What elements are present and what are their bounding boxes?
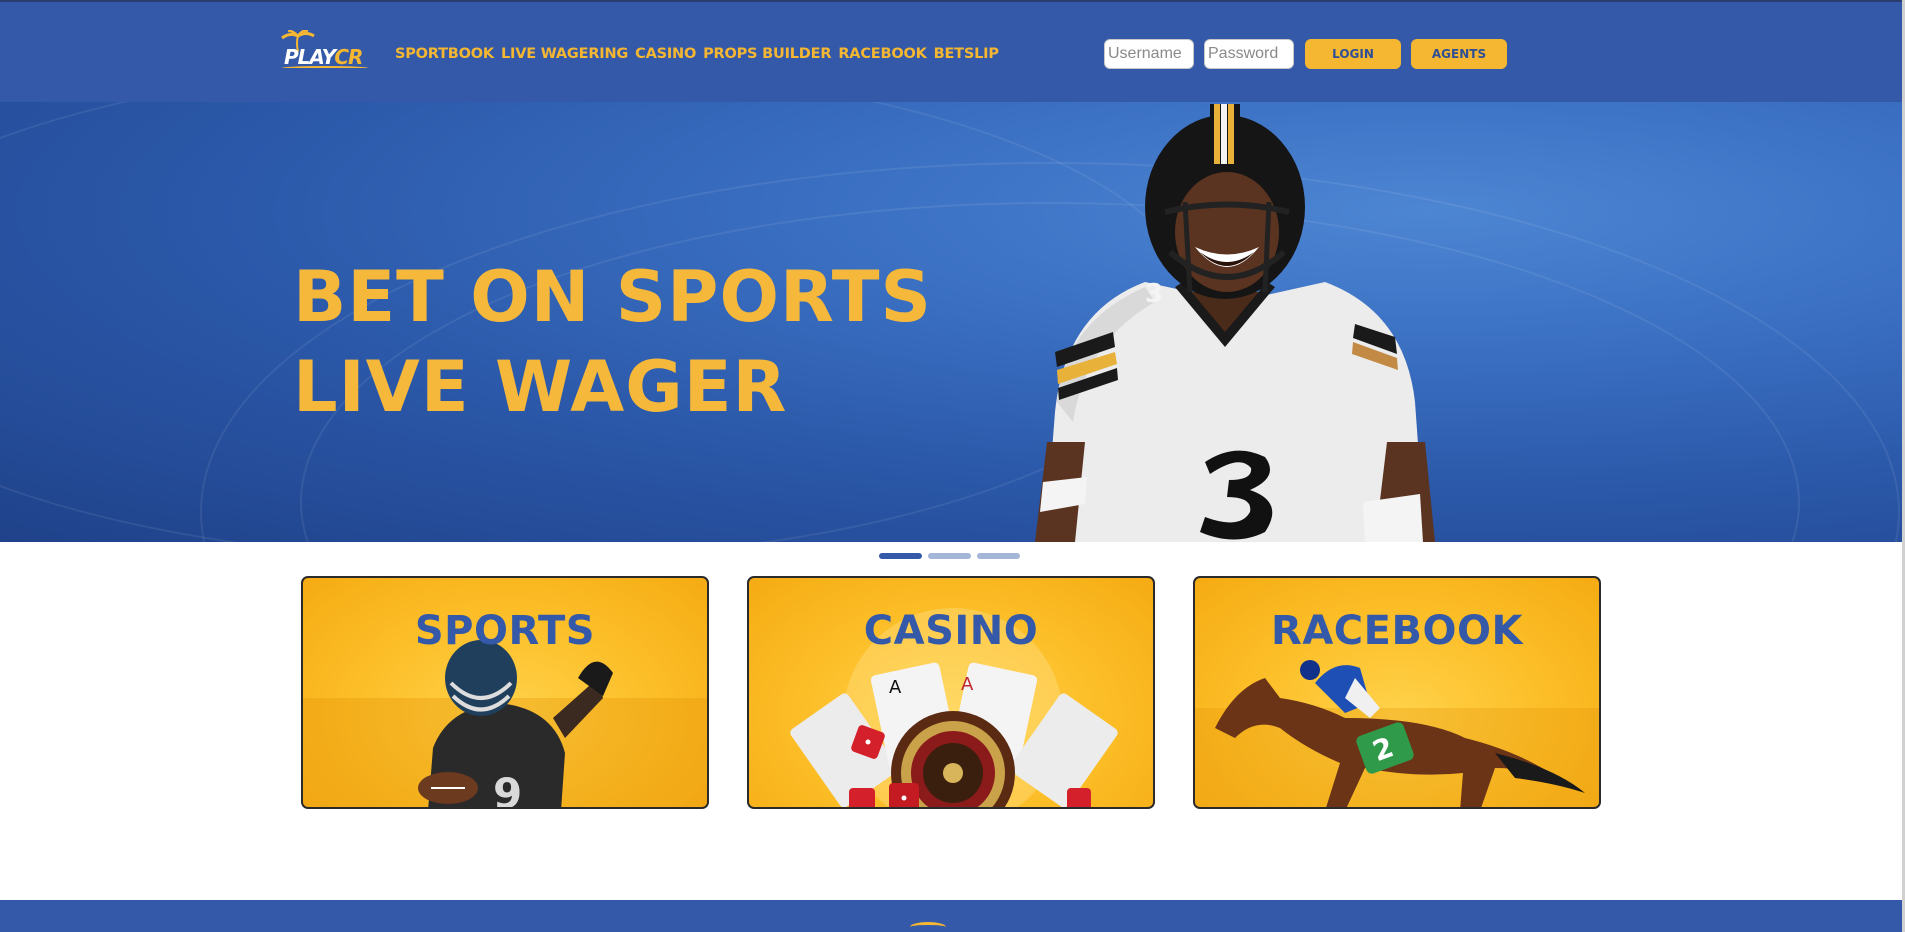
agents-button[interactable]: AGENTS	[1411, 39, 1507, 69]
racebook-card-title: RACEBOOK	[1271, 608, 1523, 654]
sports-card-title: SPORTS	[414, 608, 596, 654]
username-input[interactable]	[1104, 39, 1194, 69]
nav-racebook[interactable]: RACEBOOK	[838, 46, 926, 62]
hero-title-line1: BET ON SPORTS	[293, 256, 932, 338]
nav-props-builder[interactable]: PROPS BUILDER	[703, 46, 831, 62]
nav-sportbook[interactable]: SPORTBOOK	[395, 46, 494, 62]
password-input[interactable]	[1204, 39, 1294, 69]
svg-text:9: 9	[493, 769, 522, 809]
nav-betslip[interactable]: BETSLIP	[934, 46, 999, 62]
football-player-image: 3	[1035, 104, 1435, 542]
carousel-dot-3[interactable]	[977, 553, 1020, 559]
svg-text:3: 3	[1145, 279, 1163, 309]
hero-title: BET ON SPORTS LIVE WAGER	[293, 252, 932, 432]
racebook-card[interactable]: 2 RACEBOOK	[1193, 576, 1601, 809]
playcr-logo[interactable]: PLAYCR	[274, 30, 372, 72]
footer-logo	[910, 922, 946, 932]
hero-title-line2: LIVE WAGER	[293, 346, 788, 428]
hero-banner[interactable]: BET ON SPORTS LIVE WAGER 3	[0, 102, 1905, 542]
casino-card[interactable]: A A CASINO	[747, 576, 1155, 809]
casino-card-title: CASINO	[863, 608, 1039, 654]
carousel-indicators	[879, 553, 1020, 559]
carousel-dot-2[interactable]	[928, 553, 971, 559]
nav-live-wagering[interactable]: LIVE WAGERING	[501, 46, 628, 62]
carousel-dot-1[interactable]	[879, 553, 922, 559]
sports-card[interactable]: 9 SPORTS	[301, 576, 709, 809]
login-button[interactable]: LOGIN	[1305, 39, 1401, 69]
svg-text:A: A	[889, 677, 902, 698]
svg-text:A: A	[961, 674, 974, 695]
logo-swoosh	[282, 66, 368, 70]
main-nav: SPORTBOOK LIVE WAGERING CASINO PROPS BUI…	[395, 46, 999, 62]
nav-casino[interactable]: CASINO	[635, 46, 696, 62]
top-header: PLAYCR SPORTBOOK LIVE WAGERING CASINO PR…	[0, 0, 1905, 102]
footer	[0, 900, 1905, 932]
